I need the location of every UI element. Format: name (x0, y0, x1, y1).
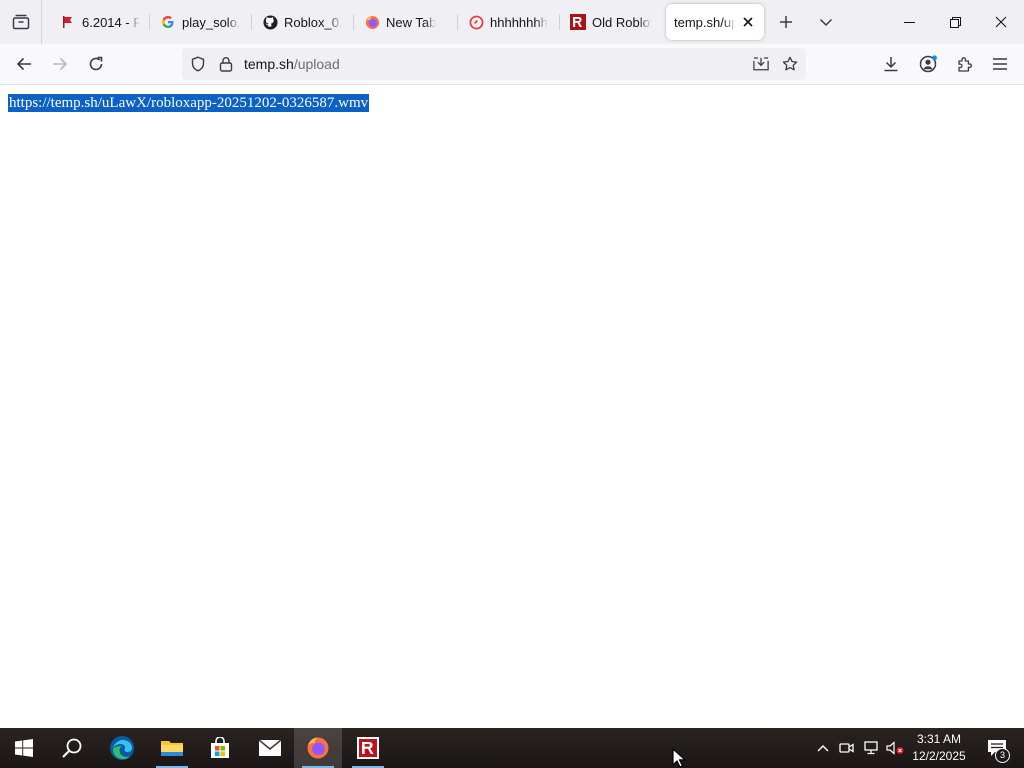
account-icon (919, 55, 937, 73)
red-circle-icon (468, 14, 484, 30)
roblox-icon (357, 737, 379, 759)
list-all-tabs-button[interactable] (810, 6, 842, 38)
clock-date: 12/2/2025 (912, 749, 966, 763)
firefox-view-icon (12, 14, 29, 30)
reload-button[interactable] (80, 48, 112, 80)
taskbar-mail[interactable] (246, 728, 294, 768)
page-content: https://temp.sh/uLawX/robloxapp-20251202… (0, 85, 1024, 728)
tab-1[interactable]: 6.2014 - Rc (52, 4, 148, 40)
notification-count-badge: 3 (995, 748, 1010, 763)
action-center-button[interactable]: 3 (978, 728, 1016, 768)
tab-5[interactable]: hhhhhhhhh (460, 4, 556, 40)
start-button[interactable] (0, 728, 48, 768)
tracking-protection-shield-icon[interactable] (190, 56, 206, 72)
upload-result-link[interactable]: https://temp.sh/uLawX/robloxapp-20251202… (8, 94, 370, 112)
video-camera-icon (839, 743, 854, 753)
save-to-pocket-icon[interactable] (753, 56, 769, 72)
taskbar-microsoft-store[interactable] (196, 728, 244, 768)
tab-6[interactable]: Old Roblox (562, 4, 660, 40)
folder-icon (161, 741, 183, 756)
github-icon (262, 14, 278, 30)
restore-button[interactable] (932, 0, 978, 44)
minimize-button[interactable] (886, 0, 932, 44)
clock-time: 3:31 AM (916, 732, 962, 746)
chevron-up-icon (817, 745, 829, 752)
arrow-left-icon (16, 57, 31, 71)
app-menu-button[interactable] (984, 48, 1016, 80)
tab-3[interactable]: Roblox_0.3 (254, 4, 350, 40)
tray-volume[interactable] (884, 728, 906, 768)
close-icon (995, 16, 1007, 28)
taskbar-firefox[interactable] (294, 728, 342, 768)
tab-separator (457, 14, 458, 30)
chevron-down-icon (819, 18, 833, 27)
tab-separator (559, 14, 560, 30)
tab-separator (149, 14, 150, 30)
tab-title: temp.sh/uplo (674, 14, 736, 30)
downloads-button[interactable] (875, 48, 907, 80)
lock-icon[interactable] (218, 56, 234, 72)
firefox-view-button[interactable] (0, 0, 42, 44)
mail-envelope-icon (258, 739, 282, 756)
windows-taskbar: 3:31 AM 12/2/2025 3 (0, 728, 1024, 768)
tab-title: 6.2014 - Rc (82, 14, 140, 30)
tab-title: New Tab (386, 14, 437, 30)
url-host: temp.sh (244, 56, 294, 72)
tray-meet-now[interactable] (836, 728, 858, 768)
restore-icon (949, 16, 961, 28)
taskbar-roblox[interactable] (344, 728, 392, 768)
new-tab-button[interactable] (770, 6, 802, 38)
close-window-button[interactable] (978, 0, 1024, 44)
firefox-icon (364, 14, 380, 30)
taskbar-edge[interactable] (98, 728, 146, 768)
url-path: /upload (293, 56, 340, 72)
mouse-pointer-icon (672, 748, 686, 768)
red-flag-icon (60, 14, 76, 30)
minimize-icon (903, 21, 915, 23)
tab-active[interactable]: temp.sh/uplo (666, 4, 764, 40)
tab-2[interactable]: play_solo.lu (152, 4, 248, 40)
windows-logo-icon (15, 739, 33, 757)
firefox-icon (307, 737, 329, 759)
tab-separator (251, 14, 252, 30)
plus-icon (780, 16, 792, 28)
search-icon (62, 738, 82, 758)
extensions-button[interactable] (948, 48, 980, 80)
system-clock[interactable]: 3:31 AM 12/2/2025 (906, 731, 972, 765)
tab-strip: 6.2014 - Rc play_solo.lu Roblox_0.3 New … (0, 0, 1024, 44)
show-hidden-icons-button[interactable] (812, 728, 834, 768)
store-bag-icon (211, 737, 229, 758)
tray-network[interactable] (860, 728, 882, 768)
tab-title: Old Roblox (592, 14, 652, 30)
puzzle-piece-icon (957, 56, 972, 72)
volume-muted-icon (886, 741, 904, 755)
address-bar[interactable]: temp.sh/upload (182, 48, 806, 80)
back-button[interactable] (8, 48, 40, 80)
arrow-right-icon (53, 57, 68, 71)
search-button[interactable] (48, 728, 96, 768)
url-text[interactable]: temp.sh/upload (244, 56, 340, 72)
taskbar-file-explorer[interactable] (148, 728, 196, 768)
bookmark-star-icon[interactable] (782, 56, 798, 72)
navigation-toolbar: temp.sh/upload (0, 44, 1024, 85)
account-button[interactable] (912, 48, 944, 80)
tab-title: hhhhhhhhh (490, 14, 548, 30)
tab-separator (353, 14, 354, 30)
roblox-icon (570, 14, 586, 30)
network-monitor-icon (864, 741, 878, 755)
reload-icon (89, 56, 103, 71)
download-icon (884, 57, 898, 72)
tab-4[interactable]: New Tab (356, 4, 456, 40)
tab-title: Roblox_0.3 (284, 14, 342, 30)
close-tab-icon[interactable] (740, 17, 756, 27)
edge-icon (110, 736, 134, 760)
forward-button[interactable] (44, 48, 76, 80)
google-g-icon (160, 14, 176, 30)
hamburger-menu-icon (993, 58, 1007, 70)
tab-title: play_solo.lu (182, 14, 240, 30)
